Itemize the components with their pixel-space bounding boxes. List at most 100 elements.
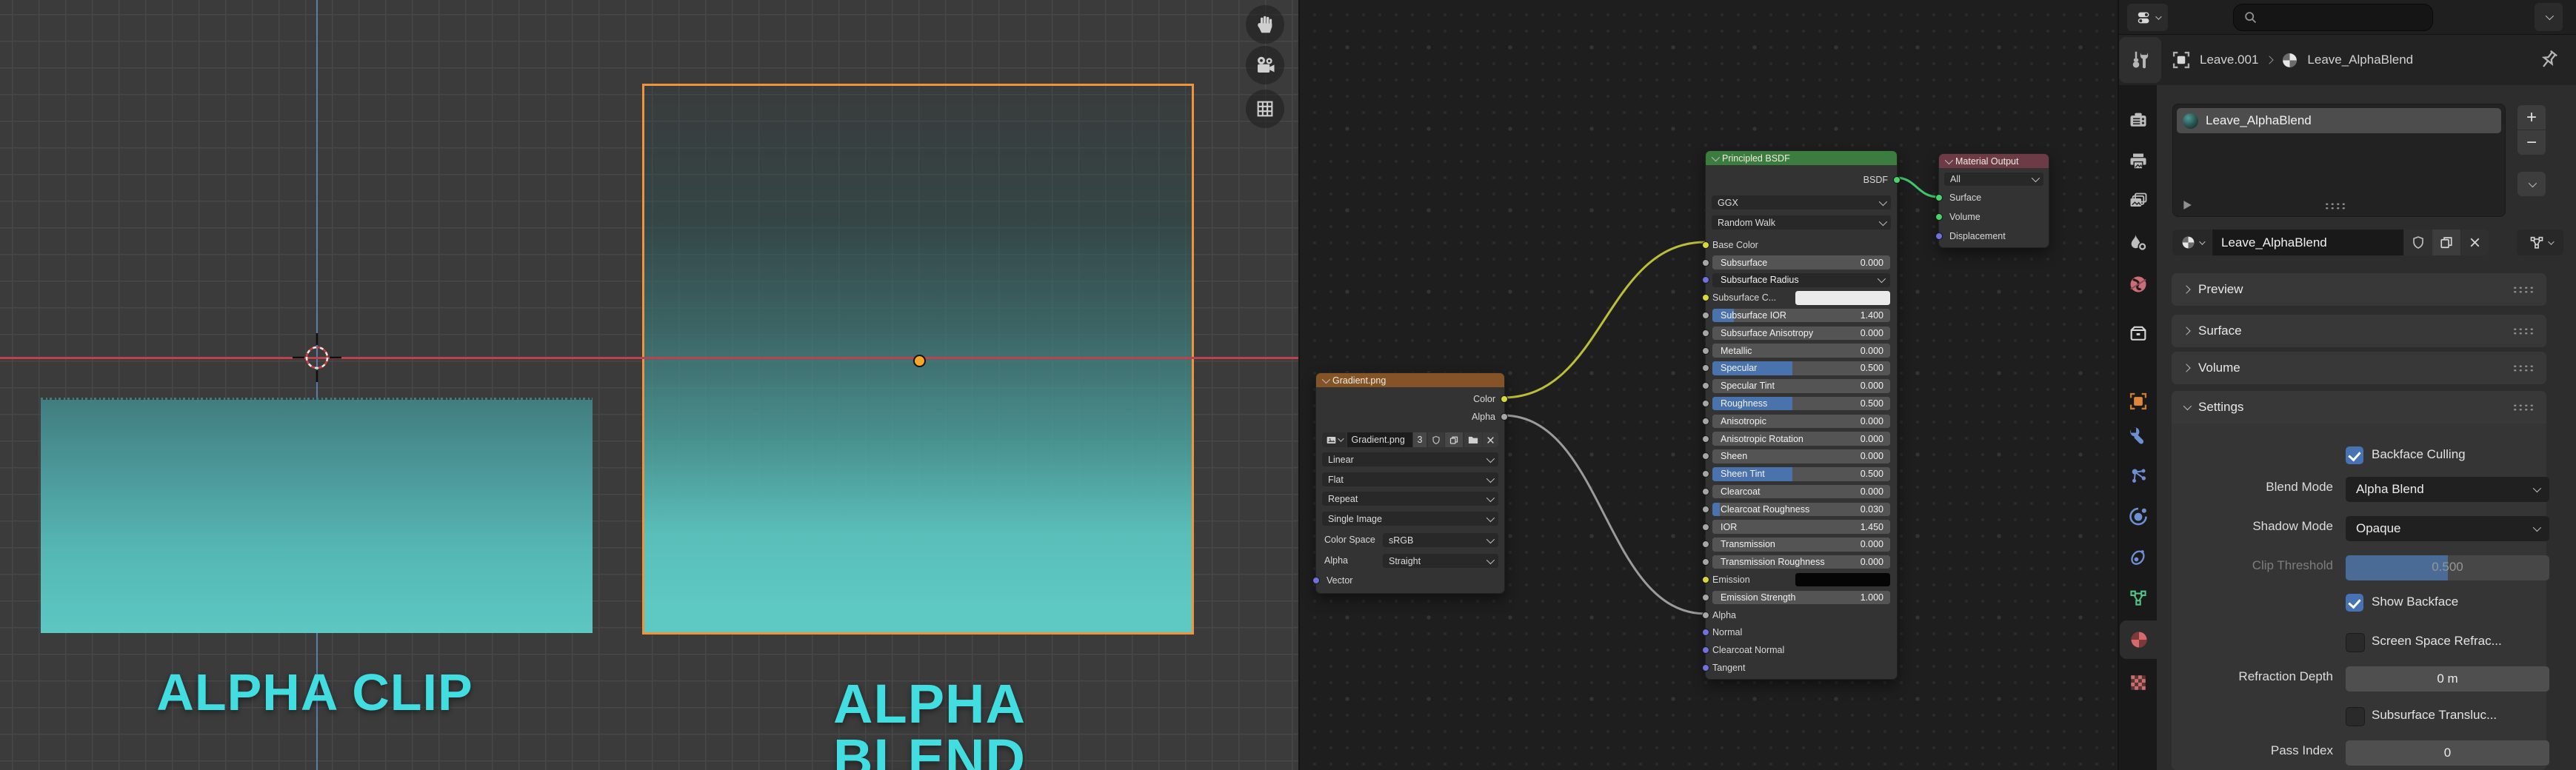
tab-collection[interactable] xyxy=(2120,314,2157,352)
tab-tool[interactable] xyxy=(2119,37,2161,83)
orthographic-grid-icon[interactable] xyxy=(1246,90,1284,128)
input-field[interactable]: Sheen Tint 0.500 xyxy=(1712,467,1890,481)
editor-type-button[interactable] xyxy=(2127,4,2168,31)
panel-drag-grip[interactable] xyxy=(2512,327,2535,335)
refraction-depth-field[interactable]: 0 m xyxy=(2346,666,2549,692)
panel-drag-grip[interactable] xyxy=(2512,404,2535,411)
output-node-header[interactable]: Material Output xyxy=(1939,154,2049,168)
bsdf-input-row[interactable]: Base Color Base Color xyxy=(1706,236,1897,254)
output-socket[interactable] xyxy=(1501,395,1508,403)
tab-material-active[interactable] xyxy=(2120,620,2158,659)
shader-node-editor[interactable]: Gradient.png Color Alpha Gradient.png 3 xyxy=(1298,0,2119,770)
input-field[interactable]: Anisotropic 0.000 xyxy=(1712,415,1890,429)
backface-culling-checkbox[interactable] xyxy=(2346,446,2363,464)
list-resize-grip[interactable] xyxy=(2324,202,2346,210)
slot-specials-button[interactable] xyxy=(2517,172,2546,196)
input-field[interactable]: Subsurface Radius xyxy=(1712,273,1890,287)
tab-physics[interactable] xyxy=(2120,497,2157,535)
breadcrumb-object[interactable]: Leave.001 xyxy=(2200,53,2258,67)
material-slot-list[interactable]: Leave_AlphaBlend xyxy=(2172,104,2506,217)
open-folder-icon[interactable] xyxy=(1464,432,1482,447)
bsdf-input-row[interactable]: Subsurface Anisotropy Subsurface Anisotr… xyxy=(1706,324,1897,342)
bsdf-input-row[interactable]: Alpha Alpha xyxy=(1706,606,1897,624)
interpolation-dropdown[interactable]: Linear xyxy=(1322,452,1498,466)
subsurface-method-dropdown[interactable]: Random Walk xyxy=(1712,215,1891,230)
bsdf-input-row[interactable]: Clearcoat Clearcoat 0.000 xyxy=(1706,483,1897,500)
input-socket[interactable] xyxy=(1702,329,1709,337)
material-output-node[interactable]: Material Output All Surface Volume Displ… xyxy=(1938,153,2049,248)
input-socket[interactable] xyxy=(1702,312,1709,319)
input-socket[interactable] xyxy=(1702,470,1709,478)
tab-view-layer[interactable] xyxy=(2120,182,2157,221)
bsdf-input-row[interactable]: Transmission Transmission 0.000 xyxy=(1706,536,1897,554)
tab-output[interactable] xyxy=(2120,142,2157,181)
input-field[interactable]: Sheen 0.000 xyxy=(1712,449,1890,463)
tab-world[interactable] xyxy=(2120,265,2157,304)
bsdf-output-socket[interactable] xyxy=(1893,176,1901,184)
panel-drag-grip[interactable] xyxy=(2512,364,2535,372)
remove-slot-button[interactable]: − xyxy=(2517,130,2546,155)
input-field[interactable]: Specular 0.500 xyxy=(1712,361,1890,375)
bsdf-input-row[interactable]: Emission Strength Emission Strength 1.00… xyxy=(1706,589,1897,606)
input-field[interactable]: Subsurface 0.000 xyxy=(1712,255,1890,270)
alpha-clip-plane[interactable] xyxy=(41,400,593,633)
link-material-dropdown[interactable] xyxy=(2517,230,2563,255)
pan-hand-icon[interactable] xyxy=(1246,5,1284,44)
image-users-count[interactable]: 3 xyxy=(1413,432,1427,447)
bsdf-node-header[interactable]: Principled BSDF xyxy=(1706,151,1897,165)
panel-volume[interactable]: Volume xyxy=(2172,352,2546,384)
image-node-header[interactable]: Gradient.png xyxy=(1316,373,1504,387)
collapse-icon[interactable] xyxy=(1945,155,1953,164)
bsdf-input-row[interactable]: Specular Specular 0.500 xyxy=(1706,360,1897,378)
input-socket[interactable] xyxy=(1702,400,1709,407)
input-socket[interactable] xyxy=(1702,540,1709,548)
input-field[interactable]: IOR 1.450 xyxy=(1712,520,1890,534)
panel-surface[interactable]: Surface xyxy=(2172,315,2546,347)
source-dropdown[interactable]: Single Image xyxy=(1322,512,1498,526)
search-input[interactable] xyxy=(2233,4,2433,31)
bsdf-input-row[interactable]: Roughness Roughness 0.500 xyxy=(1706,395,1897,412)
material-slot-selected[interactable]: Leave_AlphaBlend xyxy=(2177,108,2501,133)
image-browse-button[interactable] xyxy=(1322,432,1346,447)
tab-scene[interactable] xyxy=(2120,224,2157,262)
input-socket[interactable] xyxy=(1702,576,1709,583)
shadow-mode-dropdown[interactable]: Opaque xyxy=(2346,516,2549,541)
extension-dropdown[interactable]: Repeat xyxy=(1322,492,1498,506)
tab-texture[interactable] xyxy=(2120,663,2157,702)
bsdf-input-row[interactable]: Subsurface C... Subsurface C... xyxy=(1706,289,1897,307)
new-image-copy-icon[interactable] xyxy=(1445,432,1463,447)
tab-modifiers[interactable] xyxy=(2120,416,2157,455)
bsdf-input-row[interactable]: Metallic Metallic 0.000 xyxy=(1706,342,1897,360)
unlink-material-button[interactable] xyxy=(2461,230,2489,255)
expand-filter-icon[interactable] xyxy=(2182,200,2192,210)
bsdf-input-row[interactable]: Transmission Roughness Transmission Roug… xyxy=(1706,553,1897,571)
bsdf-input-row[interactable]: Clearcoat Roughness Clearcoat Roughness … xyxy=(1706,500,1897,518)
new-material-button[interactable] xyxy=(2432,230,2460,255)
bsdf-input-row[interactable]: Sheen Sheen 0.000 xyxy=(1706,448,1897,466)
bsdf-input-row[interactable]: Subsurface IOR Subsurface IOR 1.400 xyxy=(1706,307,1897,324)
tab-particles[interactable] xyxy=(2120,457,2157,495)
tab-constraints[interactable] xyxy=(2120,538,2157,576)
object-origin-dot[interactable] xyxy=(913,355,926,367)
input-socket[interactable] xyxy=(1702,276,1709,284)
viewport-3d[interactable]: ALPHA CLIP ALPHA BLEND xyxy=(0,0,1298,770)
input-socket[interactable] xyxy=(1702,594,1709,601)
bsdf-input-row[interactable]: Clearcoat Normal Clearcoat Normal xyxy=(1706,641,1897,659)
input-socket[interactable] xyxy=(1702,241,1709,249)
show-backface-checkbox[interactable] xyxy=(2346,594,2363,612)
panel-drag-grip[interactable] xyxy=(2512,286,2535,293)
bsdf-input-row[interactable]: Subsurface Radius Subsurface Radius xyxy=(1706,272,1897,289)
input-field[interactable]: Transmission Roughness 0.000 xyxy=(1712,555,1890,569)
input-field[interactable]: Subsurface IOR 1.400 xyxy=(1712,309,1890,323)
collapse-icon[interactable] xyxy=(1712,153,1720,161)
input-socket[interactable] xyxy=(1702,629,1709,636)
bsdf-input-row[interactable]: Anisotropic Rotation Anisotropic Rotatio… xyxy=(1706,430,1897,448)
pass-index-field[interactable]: 0 xyxy=(2346,740,2549,766)
image-texture-node[interactable]: Gradient.png Color Alpha Gradient.png 3 xyxy=(1315,372,1505,594)
input-socket[interactable] xyxy=(1702,259,1709,267)
panel-settings[interactable]: Settings xyxy=(2172,391,2546,424)
input-field[interactable]: Specular Tint 0.000 xyxy=(1712,379,1890,393)
bsdf-input-row[interactable]: Specular Tint Specular Tint 0.000 xyxy=(1706,377,1897,395)
input-socket[interactable] xyxy=(1702,347,1709,355)
cursor-3d-icon[interactable] xyxy=(291,332,343,384)
